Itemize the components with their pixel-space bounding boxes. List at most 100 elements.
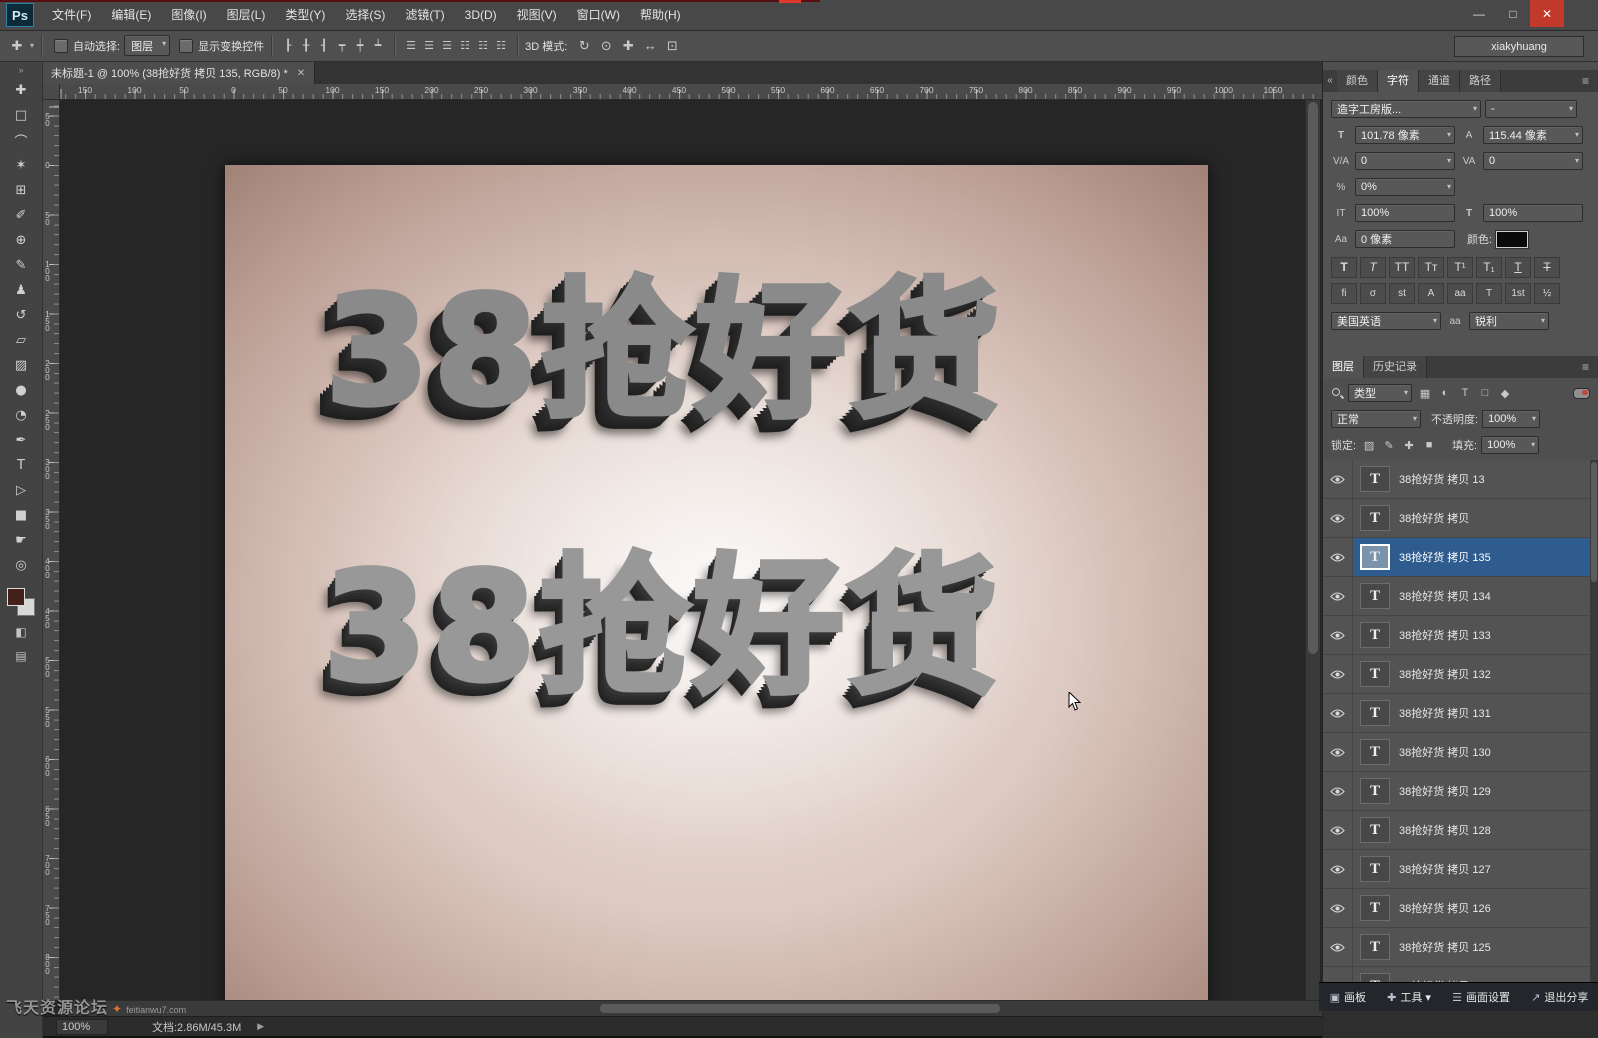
document-tab-close-icon[interactable]: ✕	[297, 68, 305, 79]
contextual-alternates-button[interactable]: T	[1476, 282, 1502, 304]
gradient-tool[interactable]: ▨	[0, 353, 42, 378]
opacity-field[interactable]: 100%	[1482, 410, 1541, 428]
filter-adjustment-layers-icon[interactable]: ◐	[1436, 383, 1454, 403]
strikethrough-button[interactable]: T	[1534, 256, 1560, 278]
zoom-level-field[interactable]: 100%	[56, 1018, 108, 1035]
close-button[interactable]: ✕	[1530, 0, 1564, 27]
faux-italic-button[interactable]: T	[1360, 256, 1386, 278]
eyedropper-tool[interactable]: ✐	[0, 203, 42, 228]
layer-row[interactable]: T 38抢好货 拷贝 131	[1323, 694, 1591, 733]
screen-mode-button[interactable]: ▤	[0, 644, 42, 668]
minimize-button[interactable]: —	[1462, 0, 1496, 27]
collapse-panels-icon[interactable]: «	[1323, 70, 1337, 92]
show-transform-checkbox[interactable]	[179, 38, 194, 53]
pen-tool[interactable]: ✒	[0, 428, 42, 453]
ruler-vertical[interactable]: 50 0 50 100 150 200 250 300 350 400 450 500 550 600 65…	[42, 100, 60, 1000]
marquee-tool[interactable]: □	[0, 103, 42, 128]
dodge-tool[interactable]: ◔	[0, 403, 42, 428]
titling-alternates-button[interactable]: A	[1418, 282, 1444, 304]
panel-tab-通道[interactable]: 通道	[1419, 70, 1460, 92]
tracking-field[interactable]: 0	[1483, 152, 1583, 170]
align-vertical-centers-icon[interactable]: ┿	[351, 36, 369, 56]
path-selection-tool[interactable]: ▷	[0, 478, 42, 503]
menu-item-4[interactable]: 类型(Y)	[275, 0, 335, 30]
layer-visibility-toggle[interactable]	[1323, 616, 1353, 654]
filter-pixel-layers-icon[interactable]: ▦	[1416, 383, 1434, 403]
layer-row[interactable]: T 38抢好货 拷贝 125	[1323, 928, 1591, 967]
auto-select-checkbox[interactable]	[54, 38, 69, 53]
foreground-color-swatch[interactable]	[7, 588, 25, 606]
superscript-button[interactable]: T¹	[1447, 256, 1473, 278]
eraser-tool[interactable]: ▱	[0, 328, 42, 353]
menu-item-6[interactable]: 滤镜(T)	[395, 0, 454, 30]
quick-selection-tool[interactable]: ✶	[0, 153, 42, 178]
layer-row[interactable]: T 38抢好货 拷贝 128	[1323, 811, 1591, 850]
blend-mode-dropdown[interactable]: 正常	[1331, 410, 1421, 428]
crop-tool[interactable]: ⊞	[0, 178, 42, 203]
layer-row[interactable]: T 38抢好货 拷贝 126	[1323, 889, 1591, 928]
clone-stamp-tool[interactable]: ♟	[0, 278, 42, 303]
fractions-button[interactable]: ½	[1534, 282, 1560, 304]
layer-visibility-toggle[interactable]	[1323, 772, 1353, 810]
faux-bold-button[interactable]: T	[1331, 256, 1357, 278]
horizontal-scale-field[interactable]: 100%	[1483, 204, 1583, 222]
exit-share-button[interactable]: ↗ 退出分享	[1531, 989, 1588, 1005]
align-left-edges-icon[interactable]: ┠	[279, 36, 297, 56]
blur-tool[interactable]: ●	[0, 378, 42, 403]
layer-visibility-toggle[interactable]	[1323, 928, 1353, 966]
layer-visibility-toggle[interactable]	[1323, 499, 1353, 537]
maximize-button[interactable]: □	[1496, 0, 1530, 27]
filter-shape-layers-icon[interactable]: □	[1476, 383, 1494, 403]
menu-item-2[interactable]: 图像(I)	[161, 0, 216, 30]
layer-visibility-toggle[interactable]	[1323, 577, 1353, 615]
language-dropdown[interactable]: 美国英语	[1331, 312, 1441, 330]
lock-image-pixels-icon[interactable]: ✎	[1380, 435, 1398, 455]
subscript-button[interactable]: T₁	[1476, 256, 1502, 278]
horizontal-scrollbar-thumb[interactable]	[600, 1004, 1000, 1013]
quick-mask-button[interactable]: ◧	[0, 620, 42, 644]
layers-panel-menu-icon[interactable]: ≡	[1582, 356, 1596, 378]
distribute-left-edges-icon[interactable]: ☷	[456, 36, 474, 56]
user-account-box[interactable]: xiakyhuang	[1454, 36, 1584, 57]
antialias-dropdown[interactable]: 锐利	[1469, 312, 1549, 330]
layer-visibility-toggle[interactable]	[1323, 460, 1353, 498]
history-brush-tool[interactable]: ↺	[0, 303, 42, 328]
lock-transparent-pixels-icon[interactable]: ▨	[1360, 435, 1378, 455]
layer-row[interactable]: T 38抢好货 拷贝 127	[1323, 850, 1591, 889]
vertical-scrollbar-thumb[interactable]	[1308, 102, 1318, 654]
baseline-shift-field[interactable]: 0 像素	[1355, 230, 1455, 248]
leading-field[interactable]: 115.44 像素	[1483, 126, 1583, 144]
menu-item-0[interactable]: 文件(F)	[42, 0, 101, 30]
screen-settings-button[interactable]: ☰ 画面设置	[1452, 989, 1510, 1005]
layer-row[interactable]: T 38抢好货 拷贝 133	[1323, 616, 1591, 655]
layer-visibility-toggle[interactable]	[1323, 694, 1353, 732]
move-tool[interactable]: ✚	[0, 78, 42, 103]
menu-item-7[interactable]: 3D(D)	[455, 0, 507, 30]
hand-tool[interactable]: ☛	[0, 528, 42, 553]
layer-row[interactable]: T 38抢好货 拷贝 13	[1323, 460, 1591, 499]
panel-tab-字符[interactable]: 字符	[1378, 70, 1419, 92]
panel-tab-图层[interactable]: 图层	[1323, 356, 1364, 378]
layer-visibility-toggle[interactable]	[1323, 889, 1353, 927]
lock-all-icon[interactable]: ■	[1420, 435, 1438, 455]
oldstyle-figures-button[interactable]: aa	[1447, 282, 1473, 304]
filter-smart-objects-icon[interactable]: ◆	[1496, 383, 1514, 403]
layer-visibility-toggle[interactable]	[1323, 850, 1353, 888]
vertical-scale-field[interactable]: 100%	[1355, 204, 1455, 222]
distribute-bottom-edges-icon[interactable]: ☰	[438, 36, 456, 56]
ligatures-button[interactable]: fi	[1331, 282, 1357, 304]
align-bottom-edges-icon[interactable]: ┷	[369, 36, 387, 56]
layer-list-scrollbar-thumb[interactable]	[1591, 462, 1597, 582]
menu-item-9[interactable]: 窗口(W)	[567, 0, 630, 30]
canvas[interactable]: 38抢好货 38抢好货	[225, 165, 1208, 1000]
ruler-horizontal[interactable]: 150 100 50 0 50 100 150 200 250 300 350 400 450 500 55…	[60, 84, 1322, 100]
status-options-arrow-icon[interactable]: ▶	[257, 1021, 264, 1032]
lock-position-icon[interactable]: ✚	[1400, 435, 1418, 455]
kerning-field[interactable]: 0	[1355, 152, 1455, 170]
menu-item-3[interactable]: 图层(L)	[217, 0, 276, 30]
layer-row[interactable]: T 38抢好货 拷贝 129	[1323, 772, 1591, 811]
layer-visibility-toggle[interactable]	[1323, 733, 1353, 771]
distribute-horizontal-centers-icon[interactable]: ☷	[474, 36, 492, 56]
layer-row[interactable]: T 38抢好货 拷贝	[1323, 499, 1591, 538]
proportional-spacing-field[interactable]: 0%	[1355, 178, 1455, 196]
